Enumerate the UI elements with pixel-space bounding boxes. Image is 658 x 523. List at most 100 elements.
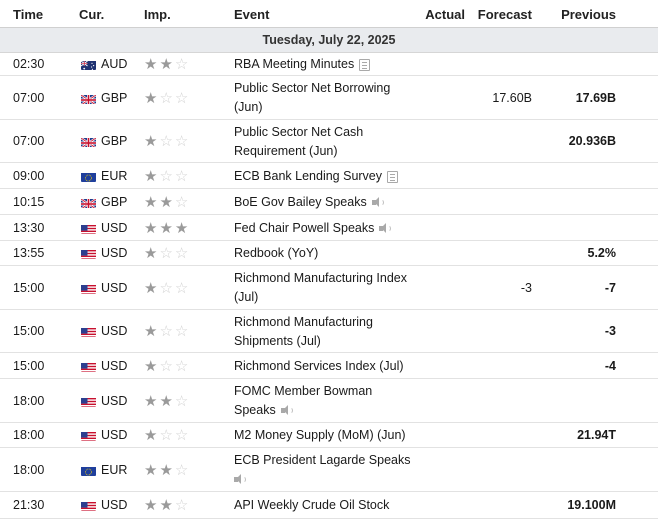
star-filled-icon: ★ <box>144 133 160 150</box>
table-row[interactable]: 15:00 USD ★☆☆ Richmond Manufacturing Shipmen… <box>0 310 658 353</box>
us-flag-icon <box>81 397 96 407</box>
star-empty-icon: ☆ <box>174 245 191 262</box>
header-currency[interactable]: Cur. <box>79 7 104 22</box>
table-row[interactable]: 15:00 USD ★☆☆ Richmond Services Index (Jul)… <box>0 353 658 379</box>
star-filled-icon: ★ <box>144 280 160 297</box>
table-row[interactable]: 15:00 USD ★☆☆ Richmond Manufacturing Index(… <box>0 266 658 310</box>
event-name-line: Shipments (Jul) <box>234 334 321 348</box>
header-event[interactable]: Event <box>234 7 269 22</box>
previous-value: -3 <box>604 324 616 338</box>
event-name[interactable]: Redbook (YoY) <box>234 244 424 263</box>
star-filled-icon: ★ <box>159 462 175 479</box>
event-time: 21:30 <box>13 498 45 512</box>
star-empty-icon: ☆ <box>159 280 175 297</box>
event-name-line: API Weekly Crude Oil Stock <box>234 498 390 512</box>
event-name[interactable]: Public Sector Net Cash Requirement (Jun) <box>234 123 424 161</box>
event-name-line: (Jul) <box>234 290 259 304</box>
star-empty-icon: ☆ <box>174 90 191 107</box>
star-filled-icon: ★ <box>159 56 175 73</box>
previous-value: 19.100M <box>567 498 616 512</box>
table-row[interactable]: 18:00 USD ★★☆ FOMC Member Bowman Speaks <box>0 379 658 423</box>
event-name-line: Speaks <box>234 403 276 417</box>
event-currency: GBP <box>101 134 128 148</box>
speaker-icon[interactable] <box>379 223 392 234</box>
event-name-line: Richmond Manufacturing <box>234 315 373 329</box>
event-name[interactable]: Public Sector Net Borrowing (Jun) <box>234 79 424 117</box>
star-empty-icon: ☆ <box>159 427 175 444</box>
event-name-line: (Jun) <box>234 100 263 114</box>
event-name-line: Redbook (YoY) <box>234 246 319 260</box>
header-forecast[interactable]: Forecast <box>478 7 532 22</box>
star-empty-icon: ☆ <box>174 133 191 150</box>
us-flag-icon <box>81 224 96 234</box>
header-previous[interactable]: Previous <box>561 7 616 22</box>
event-name[interactable]: Richmond Manufacturing Shipments (Jul) <box>234 313 424 351</box>
event-name[interactable]: Richmond Manufacturing Index (Jul) <box>234 269 424 307</box>
previous-value: -7 <box>604 281 616 295</box>
table-row[interactable]: 07:00 GBP ★☆☆ Public Sector Net Borrowing (J… <box>0 76 658 120</box>
event-name[interactable]: RBA Meeting Minutes <box>234 55 424 74</box>
star-filled-icon: ★ <box>174 220 191 237</box>
document-icon[interactable] <box>387 170 399 183</box>
header-actual[interactable]: Actual <box>425 7 465 22</box>
table-row[interactable]: 18:00 EUR ★★☆ ECB President Lagarde Speaks <box>0 448 658 492</box>
star-empty-icon: ☆ <box>174 462 191 479</box>
economic-calendar: Time Cur. Imp. Event Actual Forecast Pre… <box>0 0 658 523</box>
document-icon[interactable] <box>359 58 371 71</box>
event-time: 07:00 <box>13 91 45 105</box>
star-empty-icon: ☆ <box>159 90 175 107</box>
au-flag-icon <box>81 60 96 70</box>
table-row[interactable]: 07:00 GBP ★☆☆ Public Sector Net Cash Require… <box>0 120 658 163</box>
star-filled-icon: ★ <box>144 194 160 211</box>
us-flag-icon <box>81 362 96 372</box>
event-currency: USD <box>101 498 128 512</box>
previous-value: 5.2% <box>587 246 617 260</box>
header-time[interactable]: Time <box>13 7 43 22</box>
event-name-line: M2 Money Supply (MoM) (Jun) <box>234 428 406 442</box>
importance-stars: ★★☆ <box>144 496 190 514</box>
star-empty-icon: ☆ <box>159 245 175 262</box>
speaker-icon[interactable] <box>280 405 293 416</box>
star-filled-icon: ★ <box>144 462 160 479</box>
table-row[interactable]: 18:00 USD ★☆☆ M2 Money Supply (MoM) (Jun) 21… <box>0 423 658 448</box>
star-filled-icon: ★ <box>144 56 160 73</box>
star-filled-icon: ★ <box>144 245 160 262</box>
event-name-line: Fed Chair Powell Speaks <box>234 221 375 235</box>
event-name[interactable]: M2 Money Supply (MoM) (Jun) <box>234 426 424 445</box>
event-currency: USD <box>101 428 128 442</box>
speaker-icon[interactable] <box>234 474 246 485</box>
event-name[interactable]: Richmond Services Index (Jul) <box>234 357 424 376</box>
star-empty-icon: ☆ <box>174 358 191 375</box>
speaker-icon[interactable] <box>371 197 384 208</box>
event-time: 13:30 <box>13 221 45 235</box>
table-row[interactable]: 13:55 USD ★☆☆ Redbook (YoY) 5.2% <box>0 241 658 266</box>
header-importance[interactable]: Imp. <box>144 7 171 22</box>
star-empty-icon: ☆ <box>174 280 191 297</box>
star-empty-icon: ☆ <box>174 393 191 410</box>
star-filled-icon: ★ <box>144 220 160 237</box>
star-empty-icon: ☆ <box>174 168 191 185</box>
table-row[interactable]: 13:30 USD ★★★ Fed Chair Powell Speaks <box>0 215 658 241</box>
event-currency: EUR <box>101 169 128 183</box>
event-currency: GBP <box>101 91 128 105</box>
event-name[interactable]: ECB Bank Lending Survey <box>234 167 424 186</box>
event-name[interactable]: API Weekly Crude Oil Stock <box>234 496 424 515</box>
us-flag-icon <box>81 501 96 511</box>
event-time: 02:30 <box>13 57 45 71</box>
star-filled-icon: ★ <box>144 323 160 340</box>
event-name[interactable]: Fed Chair Powell Speaks <box>234 219 424 238</box>
event-name[interactable]: BoE Gov Bailey Speaks <box>234 193 424 212</box>
gb-flag-icon <box>81 94 96 104</box>
table-row[interactable]: 02:30 AUD ★★☆ RBA Meeting Minutes <box>0 53 658 76</box>
star-filled-icon: ★ <box>159 497 175 514</box>
eu-flag-icon <box>81 172 96 182</box>
star-empty-icon: ☆ <box>174 497 191 514</box>
table-row[interactable]: 21:30 USD ★★☆ API Weekly Crude Oil Stock 19.… <box>0 492 658 519</box>
event-name[interactable]: FOMC Member Bowman Speaks <box>234 382 424 420</box>
star-filled-icon: ★ <box>144 168 160 185</box>
event-name[interactable]: ECB President Lagarde Speaks <box>234 451 424 489</box>
table-row[interactable]: 09:00 EUR ★☆☆ ECB Bank Lending Survey <box>0 163 658 189</box>
importance-stars: ★★★ <box>144 219 190 237</box>
event-name-line: Richmond Services Index (Jul) <box>234 359 404 373</box>
table-row[interactable]: 10:15 GBP ★★☆ BoE Gov Bailey Speaks <box>0 189 658 215</box>
